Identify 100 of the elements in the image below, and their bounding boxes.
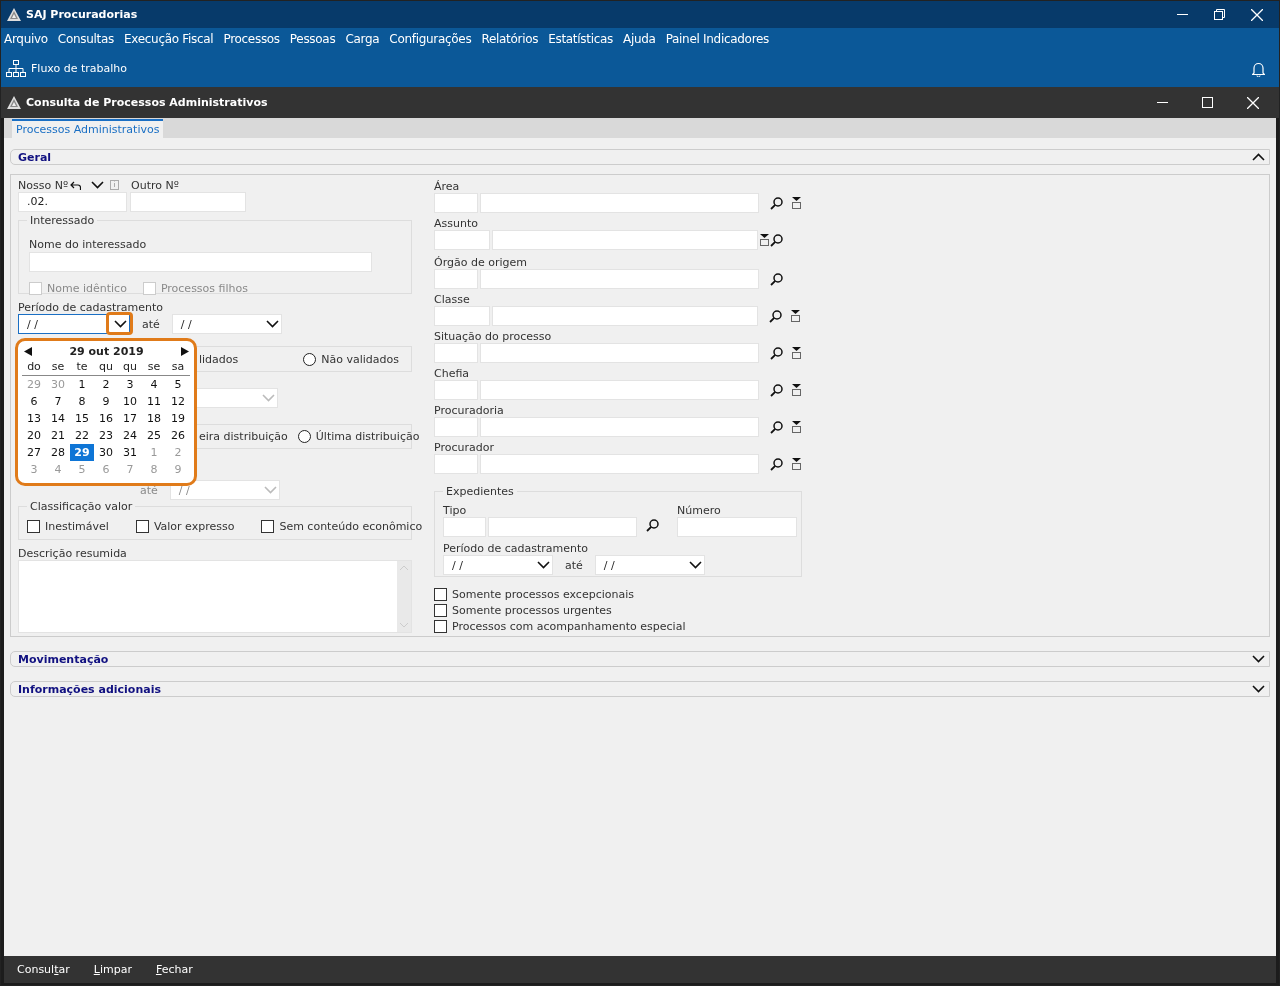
- date-field[interactable]: / /: [171, 314, 282, 335]
- description-field[interactable]: [480, 454, 759, 474]
- checkbox[interactable]: [434, 620, 447, 633]
- previous-month-icon[interactable]: [24, 346, 32, 356]
- calendar-day[interactable]: 30: [94, 444, 118, 461]
- checkbox[interactable]: [27, 520, 40, 534]
- menu-item[interactable]: Configurações: [389, 32, 477, 46]
- calendar-day[interactable]: 26: [166, 427, 190, 444]
- menu-item[interactable]: Execução Fiscal: [124, 32, 219, 46]
- calendar-day[interactable]: 3: [118, 376, 142, 393]
- calendar-day[interactable]: 17: [118, 410, 142, 427]
- section-header[interactable]: Geral: [10, 149, 1270, 165]
- description-field[interactable]: [480, 269, 759, 289]
- calendar-day[interactable]: 16: [94, 410, 118, 427]
- checkbox[interactable]: [261, 520, 275, 534]
- calendar-day[interactable]: 10: [118, 393, 142, 410]
- description-field[interactable]: [492, 306, 758, 326]
- code-field[interactable]: [434, 269, 478, 289]
- maximize-icon[interactable]: [1202, 97, 1213, 108]
- action-button[interactable]: Consultar: [14, 963, 73, 976]
- number-field[interactable]: .02.: [18, 192, 127, 213]
- description-field[interactable]: [480, 380, 759, 400]
- search-icon[interactable]: [770, 420, 783, 434]
- chevron-up-icon[interactable]: [1252, 153, 1265, 161]
- calendar-day[interactable]: 1: [70, 376, 94, 393]
- date-field[interactable]: / /: [18, 314, 130, 335]
- search-icon[interactable]: [770, 383, 783, 397]
- dropdown-box-icon[interactable]: [792, 421, 801, 433]
- name-field[interactable]: [29, 252, 372, 273]
- calendar-day[interactable]: 11: [142, 393, 166, 410]
- calendar-day[interactable]: 24: [118, 427, 142, 444]
- calendar-day[interactable]: 14: [46, 410, 70, 427]
- radio-button[interactable]: [297, 429, 311, 443]
- dropdown-box-icon[interactable]: [792, 458, 801, 470]
- description-field[interactable]: [480, 193, 759, 213]
- action-button[interactable]: Fechar: [152, 963, 196, 976]
- calendar-day[interactable]: 25: [142, 427, 166, 444]
- description-field[interactable]: [480, 343, 759, 363]
- chevron-down-icon[interactable]: [537, 561, 550, 569]
- calendar-day[interactable]: 19: [166, 410, 190, 427]
- menu-item[interactable]: Ajuda: [623, 32, 661, 46]
- menu-item[interactable]: Arquivo: [4, 32, 53, 46]
- tab[interactable]: Processos Administrativos: [12, 119, 164, 138]
- search-icon[interactable]: [770, 457, 783, 471]
- dropdown-box-icon[interactable]: [792, 347, 801, 359]
- description-field[interactable]: [480, 417, 759, 437]
- date-field[interactable]: / /: [443, 555, 553, 575]
- dropdown-box-icon[interactable]: [791, 310, 800, 322]
- calendar-day[interactable]: 12: [166, 393, 190, 410]
- calendar-day[interactable]: 23: [94, 427, 118, 444]
- description-field[interactable]: [488, 517, 637, 537]
- calendar-day[interactable]: 29: [70, 444, 94, 461]
- calendar-day[interactable]: 9: [94, 393, 118, 410]
- menu-item[interactable]: Carga: [345, 32, 385, 46]
- code-field[interactable]: [434, 230, 490, 250]
- code-field[interactable]: [443, 517, 486, 537]
- search-icon[interactable]: [770, 272, 783, 286]
- toolbar-button[interactable]: Fluxo de trabalho: [6, 60, 128, 77]
- chevron-down-icon[interactable]: [1252, 655, 1265, 663]
- calendar-day[interactable]: 20: [22, 427, 46, 444]
- calendar-day[interactable]: 4: [142, 376, 166, 393]
- calendar-day[interactable]: 13: [22, 410, 46, 427]
- search-icon[interactable]: [646, 519, 659, 532]
- calendar-day[interactable]: 5: [166, 376, 190, 393]
- bell-icon[interactable]: [1252, 60, 1265, 77]
- search-icon[interactable]: [770, 346, 783, 360]
- menu-item[interactable]: Relatórios: [481, 32, 544, 46]
- number-field[interactable]: [677, 517, 797, 537]
- chevron-down-icon[interactable]: [688, 561, 702, 569]
- chevron-down-icon[interactable]: [265, 320, 279, 329]
- checkbox[interactable]: [434, 604, 447, 617]
- calendar-day[interactable]: 8: [70, 393, 94, 410]
- close-icon[interactable]: [1247, 96, 1259, 109]
- dropdown-box-icon[interactable]: [792, 384, 801, 396]
- calendar-day[interactable]: 27: [22, 444, 46, 461]
- chevron-down-icon[interactable]: [91, 181, 104, 190]
- chevron-down-icon[interactable]: [1252, 685, 1265, 693]
- date-field[interactable]: / /: [594, 555, 705, 575]
- checkbox[interactable]: [135, 520, 149, 534]
- menu-item[interactable]: Estatísticas: [548, 32, 618, 46]
- section-header[interactable]: Movimentação: [10, 651, 1270, 667]
- code-field[interactable]: [434, 417, 478, 437]
- next-month-icon[interactable]: [181, 346, 189, 356]
- close-icon[interactable]: [1251, 8, 1263, 21]
- menu-item[interactable]: Pessoas: [289, 32, 341, 46]
- calendar-day[interactable]: 7: [46, 393, 70, 410]
- code-field[interactable]: [434, 343, 478, 363]
- search-icon[interactable]: [770, 196, 783, 210]
- code-field[interactable]: [434, 193, 478, 213]
- calendar-day[interactable]: 18: [142, 410, 166, 427]
- code-field[interactable]: [434, 454, 478, 474]
- calendar-day[interactable]: 6: [22, 393, 46, 410]
- calendar-day[interactable]: 15: [70, 410, 94, 427]
- description-field[interactable]: [492, 230, 758, 250]
- dropdown-box-icon[interactable]: [792, 197, 801, 209]
- calendar-day[interactable]: 31: [118, 444, 142, 461]
- calendar-day[interactable]: 22: [70, 427, 94, 444]
- code-field[interactable]: [434, 380, 478, 400]
- number-field[interactable]: [130, 192, 246, 213]
- calendar-day[interactable]: 28: [46, 444, 70, 461]
